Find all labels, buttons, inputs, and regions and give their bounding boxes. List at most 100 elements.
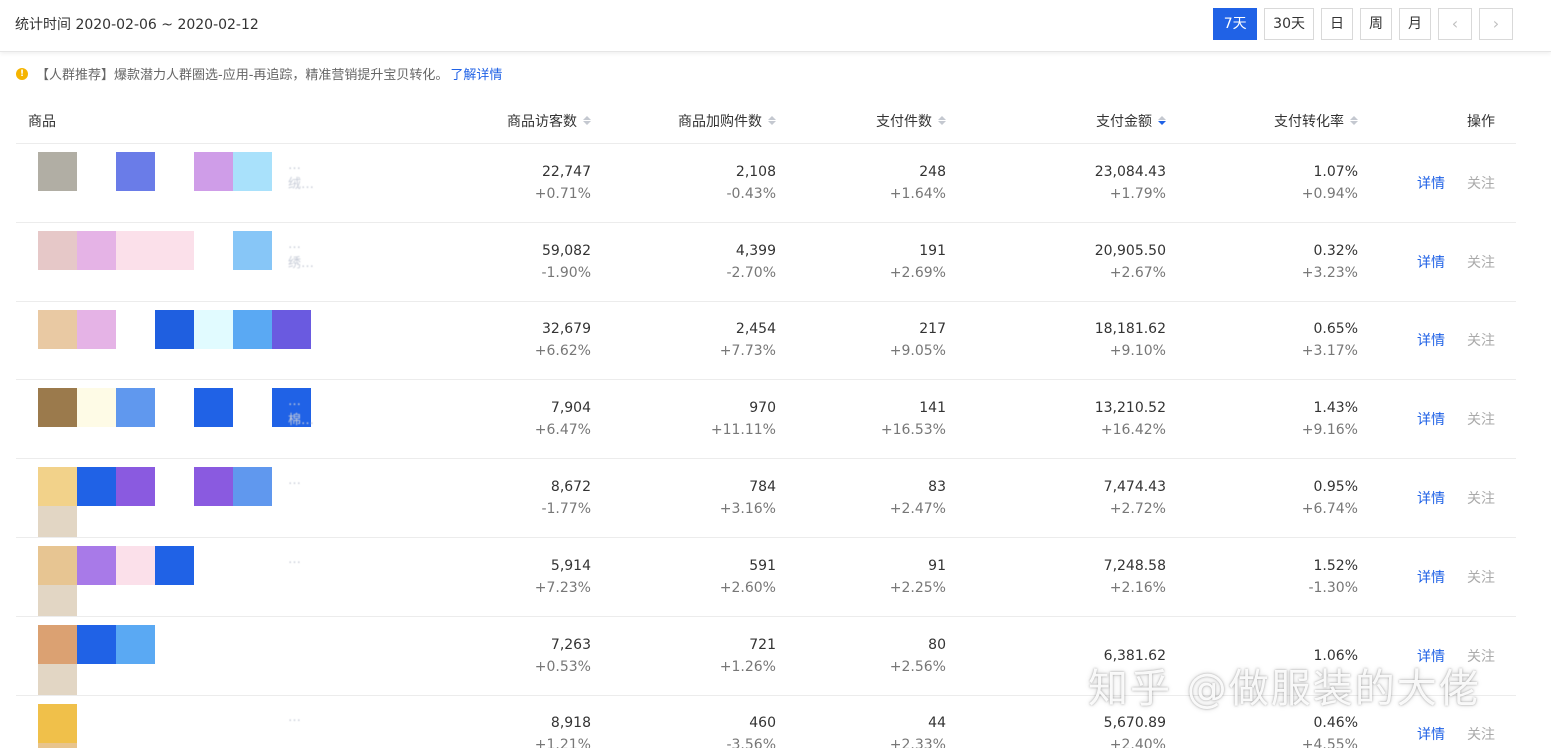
notice-text: 【人群推荐】爆款潜力人群圈选-应用-再追踪，精准营销提升宝贝转化。 [36, 68, 449, 83]
product-name[interactable]: …绒… [288, 158, 316, 192]
product-image-block [38, 388, 77, 428]
sort-desc-icon[interactable] [1158, 116, 1166, 125]
col-conv-rate-label: 支付转化率 [1274, 113, 1344, 130]
cell-pay-amount: 18,181.62 +9.10% [946, 318, 1166, 362]
product-image-block [38, 152, 77, 191]
sort-icon[interactable] [768, 116, 776, 125]
conv-rate-value: 0.46% [1313, 715, 1358, 732]
follow-link[interactable]: 关注 [1467, 488, 1495, 508]
product-name[interactable]: …棉… [288, 394, 316, 428]
cell-visitors: 59,082 -1.90% [316, 240, 591, 284]
pay-count-value: 44 [928, 715, 946, 732]
follow-link[interactable]: 关注 [1467, 330, 1495, 350]
conv-rate-delta: +4.55% [1301, 737, 1358, 748]
range-day-button[interactable]: 日 [1321, 8, 1353, 40]
product-name[interactable]: … [288, 473, 301, 488]
sort-icon[interactable] [1350, 116, 1358, 125]
cell-cart: 784 +3.16% [591, 476, 776, 520]
pay-count-delta: +2.25% [889, 579, 946, 596]
visitors-value: 8,672 [550, 479, 591, 496]
cell-conv-rate: 0.65% +3.17% [1166, 318, 1358, 362]
range-30d-button[interactable]: 30天 [1264, 8, 1314, 40]
cell-cart: 2,108 -0.43% [591, 161, 776, 205]
product-thumbnail-mosaic[interactable]: …绣… [16, 223, 316, 301]
product-image-block [233, 230, 272, 270]
product-image-block [77, 467, 116, 507]
row-actions: 详情 关注 [1358, 409, 1516, 429]
cell-pay-amount: 7,474.43 +2.72% [946, 476, 1166, 520]
pay-amount-value: 23,084.43 [1094, 163, 1166, 180]
col-pay-count[interactable]: 支付件数 [776, 111, 946, 131]
col-conv-rate[interactable]: 支付转化率 [1166, 111, 1358, 131]
product-name[interactable]: … [288, 552, 301, 567]
follow-link[interactable]: 关注 [1467, 724, 1495, 744]
product-thumbnail-mosaic[interactable]: … [16, 538, 316, 616]
cell-cart: 460 -3.56% [591, 712, 776, 748]
pay-amount-value: 18,181.62 [1094, 321, 1166, 338]
col-cart[interactable]: 商品加购件数 [591, 111, 776, 131]
visitors-value: 59,082 [542, 242, 591, 259]
cell-visitors: 8,918 +1.21% [316, 712, 591, 748]
cart-value: 460 [749, 715, 776, 732]
product-thumbnail-mosaic[interactable] [16, 617, 316, 695]
product-thumbnail-mosaic[interactable]: … [16, 696, 316, 748]
product-name[interactable]: …绣… [288, 237, 316, 271]
table-header: 商品 商品访客数 商品加购件数 支付件数 支付金额 支付转化率 操作 [16, 98, 1516, 144]
conv-rate-delta: +3.23% [1301, 264, 1358, 281]
product-thumbnail-mosaic[interactable]: …绒… [16, 144, 316, 222]
pay-count-value: 83 [928, 479, 946, 496]
cell-visitors: 32,679 +6.62% [316, 318, 591, 362]
notice-learn-more-link[interactable]: 了解详情 [450, 64, 502, 83]
detail-link[interactable]: 详情 [1417, 567, 1445, 587]
pay-amount-delta: +9.10% [1109, 343, 1166, 360]
cell-cart: 4,399 -2.70% [591, 240, 776, 284]
col-pay-amount[interactable]: 支付金额 [946, 111, 1166, 131]
detail-link[interactable]: 详情 [1417, 252, 1445, 272]
conv-rate-value: 0.95% [1313, 479, 1358, 496]
cell-conv-rate: 1.07% +0.94% [1166, 161, 1358, 205]
conv-rate-value: 0.65% [1313, 321, 1358, 338]
range-week-button[interactable]: 周 [1360, 8, 1392, 40]
range-month-button[interactable]: 月 [1399, 8, 1431, 40]
detail-link[interactable]: 详情 [1417, 173, 1445, 193]
product-thumbnail-mosaic[interactable]: …棉… [16, 380, 316, 458]
product-image-block [233, 152, 272, 191]
cart-delta: -0.43% [726, 185, 776, 202]
col-product: 商品 [28, 113, 56, 130]
conv-rate-value: 1.52% [1313, 557, 1358, 574]
product-thumbnail-mosaic[interactable]: … [16, 459, 316, 537]
product-name[interactable]: … [288, 710, 301, 725]
product-image-block [116, 545, 155, 585]
detail-link[interactable]: 详情 [1417, 488, 1445, 508]
cart-delta: +1.26% [719, 658, 776, 675]
col-cart-label: 商品加购件数 [678, 113, 762, 130]
pay-count-value: 217 [919, 321, 946, 338]
chevron-left-icon[interactable]: ‹ [1438, 8, 1472, 40]
detail-link[interactable]: 详情 [1417, 724, 1445, 744]
cart-delta: +3.16% [719, 501, 776, 518]
detail-link[interactable]: 详情 [1417, 330, 1445, 350]
pay-amount-delta: +1.79% [1109, 185, 1166, 202]
visitors-value: 5,914 [550, 557, 591, 574]
pay-amount-delta: +2.16% [1109, 579, 1166, 596]
cell-pay-amount: 23,084.43 +1.79% [946, 161, 1166, 205]
range-7d-button[interactable]: 7天 [1213, 8, 1258, 40]
table-row: …绒… 22,747 +0.71% 2,108 -0.43% 248 +1.64% 23,08… [16, 144, 1516, 223]
follow-link[interactable]: 关注 [1467, 409, 1495, 429]
sort-icon[interactable] [938, 116, 946, 125]
detail-link[interactable]: 详情 [1417, 409, 1445, 429]
follow-link[interactable]: 关注 [1467, 252, 1495, 272]
product-image-block [116, 388, 155, 428]
follow-link[interactable]: 关注 [1467, 173, 1495, 193]
cell-visitors: 22,747 +0.71% [316, 161, 591, 205]
cart-value: 591 [749, 557, 776, 574]
product-image-block [77, 624, 116, 664]
chevron-right-icon[interactable]: › [1479, 8, 1513, 40]
sort-icon[interactable] [583, 116, 591, 125]
col-visitors[interactable]: 商品访客数 [316, 111, 591, 131]
conv-rate-delta: +9.16% [1301, 422, 1358, 439]
follow-link[interactable]: 关注 [1467, 567, 1495, 587]
cart-value: 2,454 [735, 321, 776, 338]
product-thumbnail-mosaic[interactable] [16, 302, 316, 380]
pay-count-delta: +2.47% [889, 501, 946, 518]
